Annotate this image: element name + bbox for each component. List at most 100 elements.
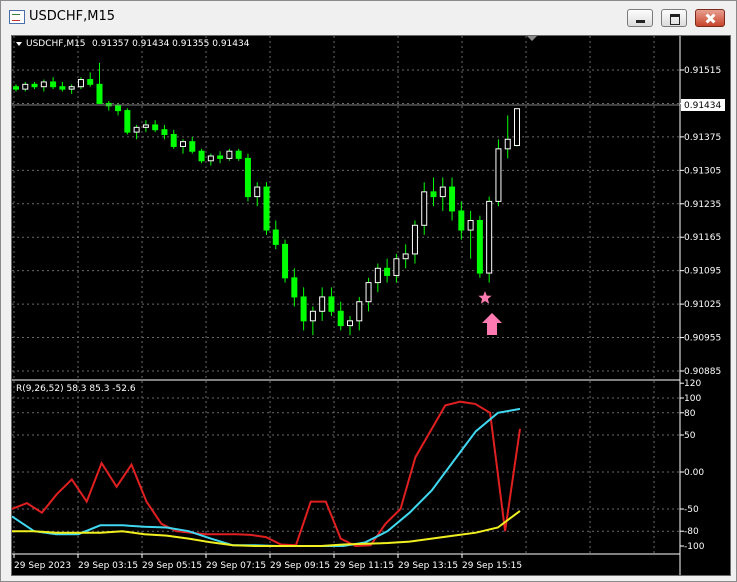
terminal-window: USDCHF,M15 0.915150.914450.913750.913050…	[0, 0, 737, 582]
minimize-icon	[628, 10, 652, 26]
close-button[interactable]	[695, 9, 725, 27]
candle	[189, 136, 196, 154]
price-tick-label: 0.91515	[684, 66, 721, 76]
price-tick-label: 0.91095	[684, 267, 721, 277]
title-bar[interactable]: USDCHF,M15	[1, 1, 736, 33]
candle	[68, 84, 75, 94]
indicator-label: R(9,26,52) 58.3 85.3 -52.6	[16, 384, 136, 394]
grid-lines	[12, 36, 680, 554]
candle	[365, 277, 372, 312]
time-tick-label: 29 Sep 15:15	[462, 561, 522, 571]
candle	[59, 81, 66, 92]
time-tick-label: 29 Sep 2023	[14, 561, 71, 571]
candle	[300, 287, 307, 331]
candle	[77, 77, 84, 90]
candle	[40, 79, 47, 92]
chart-window-icon	[9, 10, 25, 24]
time-tick-label: 29 Sep 03:15	[78, 561, 138, 571]
chart-area[interactable]: 0.915150.914450.913750.913050.912350.911…	[11, 35, 731, 576]
candle	[13, 84, 19, 92]
candle	[402, 244, 409, 269]
chart-header-symbol: USDCHF,M15	[26, 39, 86, 49]
chart-shift-icon[interactable]	[527, 36, 537, 41]
candle	[105, 101, 112, 111]
candle	[207, 153, 214, 166]
candle	[495, 139, 502, 207]
candle	[180, 139, 186, 154]
candle	[411, 220, 418, 264]
price-tick-label: 0.91165	[684, 233, 721, 243]
candle	[217, 151, 224, 164]
candle	[170, 129, 177, 149]
star-icon	[478, 291, 492, 304]
chart-menu-triangle-icon[interactable]	[16, 42, 22, 46]
candle	[356, 296, 363, 331]
candle	[244, 153, 251, 202]
candle	[458, 201, 465, 240]
candle	[282, 239, 289, 283]
candle	[504, 115, 511, 159]
candle	[319, 287, 326, 321]
candle	[263, 182, 270, 235]
current-price-label: 0.91434	[684, 101, 721, 111]
time-tick-label: 29 Sep 13:15	[398, 561, 458, 571]
candle	[198, 148, 205, 164]
candle	[50, 77, 57, 90]
maximize-icon	[662, 10, 686, 26]
candle	[337, 301, 344, 331]
candle	[254, 182, 261, 207]
price-tick-label: 0.90885	[684, 367, 721, 377]
candle	[272, 220, 279, 250]
candle	[439, 177, 446, 211]
time-axis: 29 Sep 2023 29 Sep 03:15 29 Sep 05:15 29 Se…	[13, 554, 522, 571]
candle	[467, 210, 474, 259]
candle	[449, 177, 456, 221]
candle	[124, 108, 131, 135]
candle	[22, 81, 29, 92]
indicator-tick-label: 100	[684, 394, 701, 404]
candle	[347, 316, 353, 336]
window-title: USDCHF,M15	[29, 9, 115, 24]
candle	[384, 258, 391, 283]
candle	[142, 120, 149, 133]
price-tick-label: 0.91235	[684, 200, 721, 210]
candle	[476, 215, 483, 278]
time-tick-label: 29 Sep 09:15	[270, 561, 330, 571]
indicator-yellow-line	[12, 510, 521, 547]
candle	[31, 81, 38, 90]
time-tick-label: 29 Sep 11:15	[334, 561, 394, 571]
indicator-tick-label: -50	[684, 505, 699, 515]
chart-canvas[interactable]: 0.915150.914450.913750.913050.912350.911…	[12, 36, 730, 575]
candle	[291, 268, 298, 307]
close-icon	[696, 10, 724, 26]
candle	[328, 287, 335, 317]
price-tick-label: 0.91305	[684, 166, 721, 176]
candle	[152, 120, 159, 133]
indicator-tick-label: -80	[684, 527, 699, 537]
candle	[430, 177, 437, 207]
chart-header-ohlc: 0.91357 0.91434 0.91355 0.91434	[92, 39, 250, 49]
candle	[226, 148, 233, 161]
price-tick-label: 0.90955	[684, 334, 721, 344]
indicator-lines	[12, 400, 521, 548]
candle	[96, 62, 103, 104]
indicator-tick-label: -100	[684, 542, 705, 552]
time-tick-label: 29 Sep 05:15	[142, 561, 202, 571]
candle	[87, 72, 94, 87]
price-tick-label: 0.91375	[684, 133, 721, 143]
candle	[374, 263, 381, 293]
indicator-tick-label: 120	[684, 379, 701, 389]
time-tick-label: 29 Sep 07:15	[206, 561, 266, 571]
minimize-button[interactable]	[627, 9, 653, 27]
maximize-button[interactable]	[661, 9, 687, 27]
candle	[235, 148, 242, 161]
candle	[393, 253, 400, 283]
indicator-axis: 120 100 80 50 0.00 -50 -80 -100	[680, 379, 705, 552]
price-tick-label: 0.91025	[684, 300, 721, 310]
candle	[309, 306, 316, 336]
candle	[514, 108, 520, 147]
indicator-cyan-line	[12, 407, 521, 547]
indicator-tick-label: 50	[684, 431, 696, 441]
candle	[421, 182, 428, 235]
price-axis: 0.915150.914450.913750.913050.912350.911…	[680, 66, 721, 377]
